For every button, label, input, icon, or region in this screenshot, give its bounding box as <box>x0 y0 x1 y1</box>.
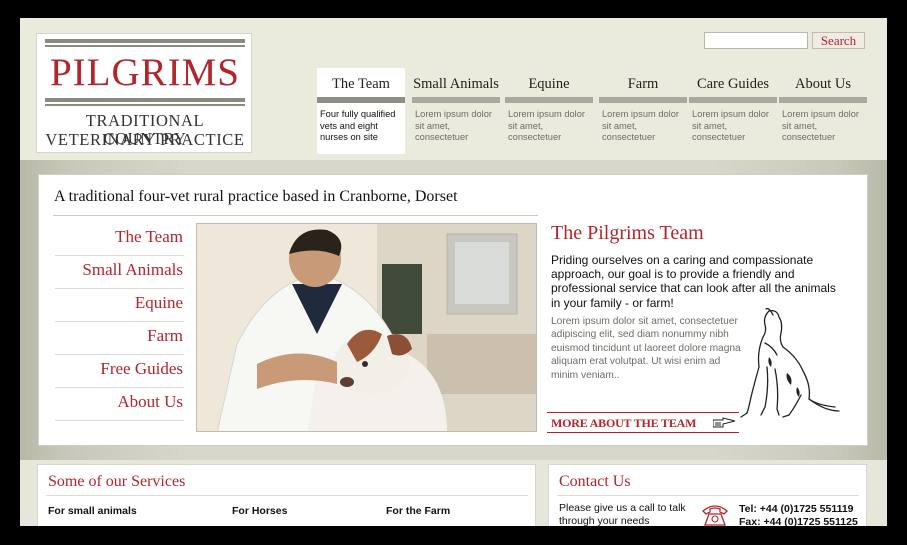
logo-bar-top-thin <box>45 45 245 47</box>
logo-bar-mid-thin <box>45 104 245 106</box>
nav-tab-bar <box>689 97 777 103</box>
nav-tab-description: Lorem ipsum dolor sit amet, consectetuer <box>782 109 859 142</box>
more-link-label: MORE ABOUT THE TEAM <box>551 416 697 430</box>
logo-bar-top <box>45 39 245 43</box>
page-tagline: A traditional four-vet rural practice ba… <box>54 188 458 205</box>
nav-tab-care-guides[interactable]: Care Guides Lorem ipsum dolor sit amet, … <box>689 68 777 154</box>
nav-tab-bar <box>505 97 593 103</box>
nav-tab-about-us[interactable]: About Us Lorem ipsum dolor sit amet, con… <box>779 68 867 154</box>
nav-tab-small-animals[interactable]: Small Animals Lorem ipsum dolor sit amet… <box>412 68 500 154</box>
contact-phone-numbers: Tel: +44 (0)1725 551119 Fax: +44 (0)1725… <box>739 503 858 526</box>
nav-tab-label: Equine <box>528 76 570 92</box>
team-heading: The Pilgrims Team <box>551 222 704 244</box>
nav-tab-description: Lorem ipsum dolor sit amet, consectetuer <box>602 109 679 142</box>
nav-tab-description: Lorem ipsum dolor sit amet, consectetuer <box>508 109 585 142</box>
side-menu-free-guides[interactable]: Free Guides <box>55 355 184 388</box>
team-body-paragraph: Lorem ipsum dolor sit amet, consectetuer… <box>551 316 741 381</box>
nav-tab-label: About Us <box>795 76 851 92</box>
logo-bar-mid <box>45 98 245 102</box>
nav-tab-description: Four fully qualified vets and eight nurs… <box>320 109 396 142</box>
contact-tel: Tel: +44 (0)1725 551119 <box>739 503 854 515</box>
contact-box: Contact Us Please give us a call to talk… <box>548 464 867 526</box>
side-menu-about-us[interactable]: About Us <box>55 388 184 421</box>
contact-text: Please give us a call to talk through yo… <box>559 502 686 526</box>
site-logo[interactable]: PILGRIMS TRADITIONAL COUNTRY VETERINARY … <box>36 33 252 153</box>
side-menu-the-team[interactable]: The Team <box>55 223 184 256</box>
hero-illustration <box>197 224 536 431</box>
telephone-icon <box>702 505 728 526</box>
nav-tab-equine[interactable]: Equine Lorem ipsum dolor sit amet, conse… <box>505 68 593 154</box>
services-box: Some of our Services For small animals F… <box>37 464 536 526</box>
team-lead-paragraph: Priding ourselves on a caring and compas… <box>551 253 836 310</box>
divider <box>53 215 538 216</box>
contact-fax: Fax: +44 (0)1725 551125 <box>739 516 858 526</box>
side-menu-equine[interactable]: Equine <box>55 289 184 322</box>
services-title: Some of our Services <box>48 473 186 490</box>
nav-tab-the-team[interactable]: The Team Four fully qualified vets and e… <box>317 68 405 154</box>
search-button[interactable]: Search <box>812 32 865 49</box>
main-panel: A traditional four-vet rural practice ba… <box>38 174 868 446</box>
logo-subtitle-2: VETERINARY PRACTICE <box>45 130 245 149</box>
nav-tab-bar <box>317 97 405 103</box>
nav-tab-description: Lorem ipsum dolor sit amet, consectetuer <box>415 109 492 142</box>
hero-photo-vet-with-dog <box>196 223 537 432</box>
service-horses-heading[interactable]: For Horses <box>232 505 287 517</box>
hand-pointer-icon <box>713 417 736 428</box>
logo-title: PILGRIMS <box>49 51 241 94</box>
side-menu-farm[interactable]: Farm <box>55 322 184 355</box>
service-farm-heading[interactable]: For the Farm <box>386 505 450 517</box>
nav-tab-label: Farm <box>627 76 659 92</box>
nav-tab-label: Care Guides <box>696 76 770 92</box>
nav-tab-label: The Team <box>332 76 390 92</box>
nav-tab-bar <box>412 97 500 103</box>
nav-tab-label: Small Animals <box>413 76 499 92</box>
divider <box>557 495 859 496</box>
nav-tab-bar <box>779 97 867 103</box>
service-small-animals-heading[interactable]: For small animals <box>48 505 137 517</box>
dog-sketch-illustration <box>740 307 840 418</box>
site-header: PILGRIMS TRADITIONAL COUNTRY VETERINARY … <box>20 18 887 160</box>
nav-tab-farm[interactable]: Farm Lorem ipsum dolor sit amet, consect… <box>599 68 687 154</box>
side-menu-small-animals[interactable]: Small Animals <box>55 256 184 289</box>
nav-tab-bar <box>599 97 687 103</box>
contact-title: Contact Us <box>559 473 631 490</box>
more-about-the-team-link[interactable]: MORE ABOUT THE TEAM <box>547 412 739 433</box>
browser-viewport: PILGRIMS TRADITIONAL COUNTRY VETERINARY … <box>20 18 887 526</box>
search-input[interactable] <box>704 32 808 49</box>
nav-tab-description: Lorem ipsum dolor sit amet, consectetuer <box>692 109 769 142</box>
divider <box>46 495 528 496</box>
